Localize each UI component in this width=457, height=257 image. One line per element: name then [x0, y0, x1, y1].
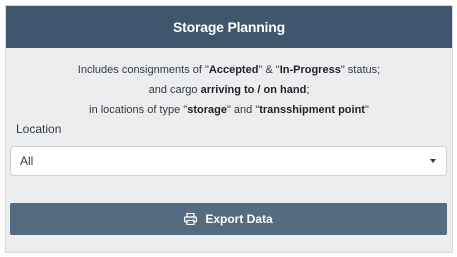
export-data-button[interactable]: Export Data — [10, 203, 447, 235]
panel-description: Includes consignments of "Accepted" & "I… — [6, 60, 452, 120]
location-label: Location — [16, 122, 62, 136]
location-select-value: All — [20, 154, 34, 168]
description-line-locations: in locations of type "storage" and "tran… — [6, 100, 452, 120]
export-data-label: Export Data — [205, 212, 273, 226]
location-type-transshipment: transshipment point — [259, 104, 365, 116]
location-select[interactable]: All — [10, 146, 447, 176]
desc-text: " & " — [258, 64, 280, 76]
description-line-cargo: and cargo arriving to / on hand; — [6, 80, 452, 100]
printer-icon — [184, 213, 198, 225]
chevron-down-icon — [430, 159, 436, 163]
location-type-storage: storage — [187, 104, 227, 116]
panel-title: Storage Planning — [173, 19, 285, 35]
desc-text: ; — [306, 84, 310, 96]
desc-text: " and " — [226, 104, 260, 116]
desc-text: " status; — [340, 64, 381, 76]
desc-text: in locations of type " — [89, 104, 188, 116]
description-line-status: Includes consignments of "Accepted" & "I… — [6, 60, 452, 80]
cargo-arriving: arriving to / on hand — [200, 84, 307, 96]
desc-text: and cargo — [148, 84, 201, 96]
panel-header: Storage Planning — [6, 6, 452, 48]
desc-text: Includes consignments of " — [77, 64, 209, 76]
desc-text: " — [364, 104, 369, 116]
status-in-progress: In-Progress — [279, 64, 341, 76]
status-accepted: Accepted — [208, 64, 259, 76]
